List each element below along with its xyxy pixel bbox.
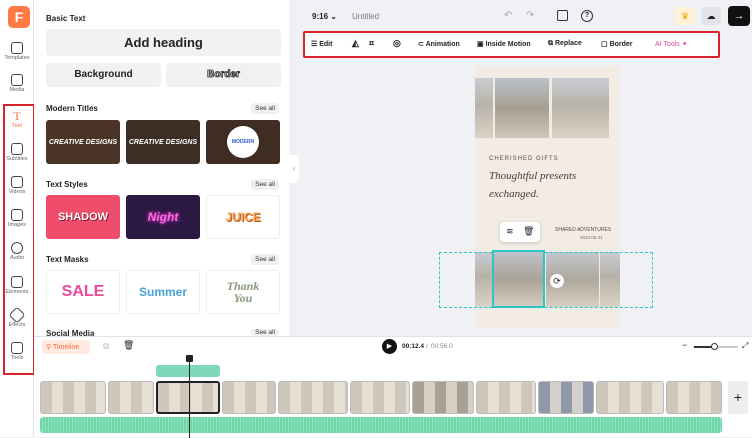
selected-photo[interactable] [492,250,545,308]
background-text-button[interactable]: Background [46,63,161,87]
current-time: 00:12.4 [402,343,425,350]
video-clip-1[interactable] [40,381,106,414]
photo-right-top[interactable] [552,78,609,138]
aspect-ratio-select[interactable]: 9:16 ⌄ [312,12,337,21]
swap-icon[interactable]: ⟳ [550,274,564,288]
total-time: 00:56.0 [431,343,453,350]
chevron-down-icon: ⌄ [330,12,337,21]
logo[interactable]: F [8,6,30,28]
canvas-tag[interactable]: SHARED ADVENTURES [555,227,611,233]
text-masks-see-all[interactable]: See all [251,254,279,265]
collapse-panel-handle[interactable]: ‹ [289,155,299,183]
fit-icon[interactable]: ⤢ [742,341,748,351]
timeline-icon: ⚲ [46,344,53,351]
photo-left-top[interactable] [475,78,493,138]
rail-item-templates[interactable]: Templates [2,40,32,72]
modern-title-tile-1[interactable]: CREATIVE DESIGNS [46,120,120,164]
rail-item-media[interactable]: Media [2,72,32,104]
style-tile-shadow[interactable]: SHADOW [46,195,120,239]
ai-tools-button[interactable]: AI Tools ✦ [655,40,688,48]
modern-title-tile-2[interactable]: CREATIVE DESIGNS [126,120,200,164]
photo-action-popover: ≋ 🗑 [500,222,540,242]
animation-button[interactable]: ⊂ Animation [418,40,460,48]
audio-track[interactable] [40,417,722,433]
zoom-slider-handle[interactable] [711,343,718,350]
style-tile-juice[interactable]: JUICE [206,195,280,239]
social-media-heading: Social Media [46,329,95,336]
top-bar: 9:16 ⌄ Untitled ↶ ↷ ? ♛ ☁ → [300,0,752,30]
modern-title-tile-3-label: MODERN [227,126,259,158]
style-tile-night[interactable]: Night [126,195,200,239]
add-heading-button[interactable]: Add heading [46,29,281,56]
undo-icon[interactable]: ↶ [504,10,512,21]
text-styles-heading: Text Styles [46,180,88,189]
playhead[interactable] [189,355,190,438]
basic-text-heading: Basic Text [46,14,86,23]
sliders-icon: ☰ [311,41,320,48]
border-icon: ▢ [601,41,610,48]
video-clip-11[interactable] [666,381,722,414]
mask-tile-thank-you[interactable]: Thank You [206,270,280,314]
aspect-ratio-value: 9:16 [312,12,329,21]
crop-icon[interactable]: ⌗ [369,38,374,49]
play-button[interactable]: ▶ [382,339,397,354]
modern-title-tile-3[interactable]: MODERN [206,120,280,164]
video-clip-9[interactable] [538,381,594,414]
video-clip-2[interactable] [108,381,154,414]
opacity-icon[interactable]: ◎ [393,38,401,49]
delete-icon[interactable]: 🗑 [123,340,134,351]
context-toolbar: ☰ Edit ◭ ⌗ ◎ ⊂ Animation ▣ Inside Motion… [303,31,720,58]
modern-titles-heading: Modern Titles [46,104,98,113]
video-clip-6[interactable] [350,381,410,414]
canvas-date[interactable]: 2023.06.31 [580,235,603,240]
duplicate-icon[interactable]: ⧉ [103,341,109,352]
edit-button[interactable]: ☰ Edit [311,40,332,48]
redo-icon[interactable]: ↷ [526,10,534,21]
text-styles-see-all[interactable]: See all [251,179,279,190]
border-text-button[interactable]: Border [166,63,281,87]
sparkle-icon: ✦ [679,41,688,48]
cloud-icon[interactable]: ☁ [701,7,721,25]
playhead-handle[interactable] [186,355,193,362]
modern-titles-see-all[interactable]: See all [251,103,279,114]
video-clip-7[interactable] [412,381,474,414]
border-button[interactable]: ▢ Border [601,40,633,48]
project-title[interactable]: Untitled [352,12,379,21]
canvas-script-line-1[interactable]: Thoughtful presents [489,170,576,182]
timeline-panel: ⚲ Timeline ⧉ 🗑 ▶ 00:12.4 / 00:56.0 − ⤢ + [34,336,752,438]
canvas-heading[interactable]: CHERISHED GIFTS [489,156,559,162]
add-clip-button[interactable]: + [728,381,748,414]
social-media-see-all[interactable]: See all [251,329,279,336]
text-panel: Basic Text Add heading Background Border… [34,0,289,336]
timeline-toggle[interactable]: ⚲ Timeline [42,340,90,354]
rail-highlight-box [3,104,35,375]
video-clip-5[interactable] [278,381,348,414]
layers-icon[interactable]: ≋ [506,226,514,237]
group-selection-box [439,252,653,308]
mask-tile-sale[interactable]: SALE [46,270,120,314]
mask-tile-summer[interactable]: Summer [126,270,200,314]
replace-button[interactable]: ⧉ Replace [548,40,582,48]
video-clip-4[interactable] [222,381,276,414]
templates-icon [11,42,23,54]
export-button[interactable]: → [728,6,750,26]
help-icon[interactable]: ? [581,10,593,22]
photo-center-top[interactable] [495,78,549,138]
video-clip-8[interactable] [476,381,536,414]
zoom-out-icon[interactable]: − [682,340,687,350]
animation-icon: ⊂ [418,41,426,48]
inside-motion-icon: ▣ [477,41,486,48]
flip-icon[interactable]: ◭ [352,38,359,49]
replace-icon: ⧉ [548,40,555,47]
trash-icon[interactable]: 🗑 [523,226,534,237]
media-icon [11,74,23,86]
text-masks-heading: Text Masks [46,255,89,264]
inside-motion-button[interactable]: ▣ Inside Motion [477,40,531,48]
video-clip-3-selected[interactable] [156,381,220,414]
video-clip-10[interactable] [596,381,664,414]
screenshot-icon[interactable] [557,10,568,21]
crown-icon[interactable]: ♛ [675,7,695,25]
canvas-script-line-2[interactable]: exchanged. [489,188,539,200]
element-track-clip[interactable] [156,365,220,377]
